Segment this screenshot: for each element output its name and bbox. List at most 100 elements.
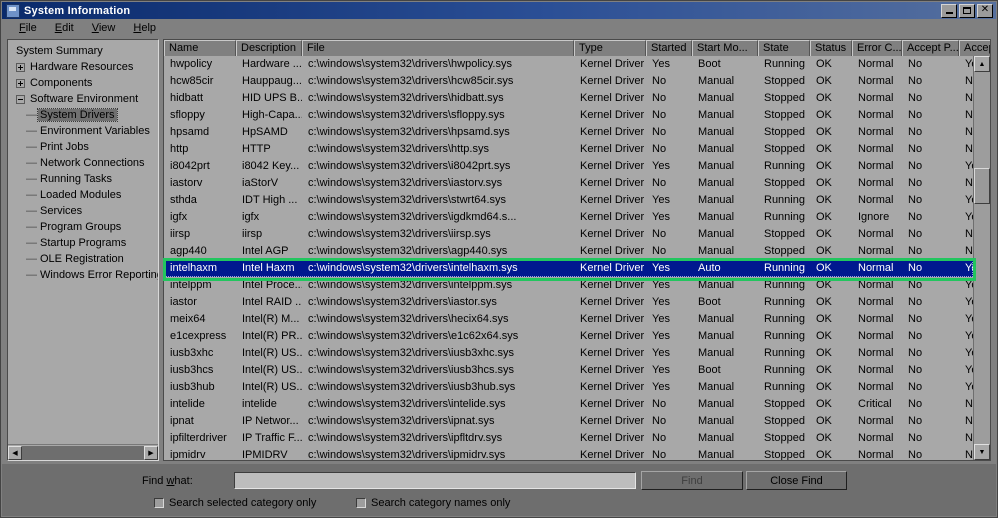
table-row[interactable]: hidbatt HID UPS B... c:\windows\system32\d… [164, 90, 973, 107]
tree-item-print-jobs[interactable]: — Print Jobs [12, 139, 158, 155]
collapse-icon[interactable] [16, 94, 25, 104]
tree-item-running-tasks[interactable]: — Running Tasks [12, 171, 158, 187]
table-row[interactable]: intelppm Intel Proce... c:\windows\system3… [164, 277, 973, 294]
table-row[interactable]: iastor Intel RAID ... c:\windows\system32\… [164, 294, 973, 311]
vscroll-thumb[interactable] [974, 168, 990, 204]
cell-started: Yes [652, 160, 670, 172]
tree-item-environment-variables[interactable]: — Environment Variables [12, 123, 158, 139]
column-header-accept-p[interactable]: Accept P... [902, 40, 959, 56]
tree-horizontal-scrollbar[interactable]: ◀ ▶ [8, 444, 158, 460]
cell-status: OK [816, 109, 832, 121]
tree-hscroll-track[interactable] [22, 445, 144, 460]
tree-item-ole-registration[interactable]: — OLE Registration [12, 251, 158, 267]
cell-accept-p: No [908, 211, 923, 223]
column-header-start-mo[interactable]: Start Mo... [692, 40, 758, 56]
cell-error-c: Normal [858, 330, 894, 342]
column-header-description[interactable]: Description [236, 40, 302, 56]
column-header-status[interactable]: Status [810, 40, 852, 56]
tree-item-program-groups[interactable]: — Program Groups [12, 219, 158, 235]
table-row[interactable]: i8042prt i8042 Key... c:\windows\system32\… [164, 158, 973, 175]
cell-description: Intel Proce... [242, 279, 302, 291]
tree-item-network-connections[interactable]: — Network Connections [12, 155, 158, 171]
search-selected-category-checkbox[interactable]: Search selected category only [154, 497, 316, 509]
scroll-right-button[interactable]: ▶ [144, 445, 158, 460]
table-row[interactable]: iusb3xhc Intel(R) US... c:\windows\system3… [164, 345, 973, 362]
cell-status: OK [816, 432, 832, 444]
tree-item-system-drivers[interactable]: — System Drivers [12, 107, 158, 123]
column-header-name[interactable]: Name [164, 40, 236, 56]
cell-accept-p: No [908, 126, 923, 138]
table-row[interactable]: intelhaxm Intel Haxm c:\windows\system32\d… [164, 260, 973, 277]
table-body[interactable]: hwpolicy Hardware ... c:\windows\system32\… [164, 56, 973, 460]
column-header-error-c[interactable]: Error C... [852, 40, 902, 56]
cell-file: c:\windows\system32\drivers\hwpolicy.sys [308, 58, 512, 70]
scroll-left-button[interactable]: ◀ [8, 445, 22, 460]
column-header-started[interactable]: Started [646, 40, 692, 56]
table-row[interactable]: e1cexpress Intel(R) PR... c:\windows\syste… [164, 328, 973, 345]
menu-edit[interactable]: Edit [46, 21, 83, 35]
table-row[interactable]: iusb3hcs Intel(R) US... c:\windows\system3… [164, 362, 973, 379]
close-find-button[interactable]: Close Find [746, 471, 847, 490]
table-row[interactable]: hcw85cir Hauppaug... c:\windows\system32\d… [164, 73, 973, 90]
maximize-button[interactable] [959, 3, 975, 18]
column-header-state[interactable]: State [758, 40, 810, 56]
find-button[interactable]: Find [641, 471, 743, 490]
tree-item-software-environment[interactable]: Software Environment [12, 91, 158, 107]
checkbox-icon[interactable] [154, 498, 164, 508]
table-row[interactable]: iusb3hub Intel(R) US... c:\windows\system3… [164, 379, 973, 396]
menu-file[interactable]: File [10, 21, 46, 35]
list-vertical-scrollbar[interactable]: ▲ ▼ [973, 56, 990, 460]
tree-item-system-summary[interactable]: System Summary [12, 43, 158, 59]
scroll-up-button[interactable]: ▲ [974, 56, 990, 72]
table-header-row[interactable]: Name Description File Type Started Start Mo..… [164, 40, 990, 56]
minimize-icon [945, 12, 953, 14]
cell-description: Intel(R) US... [242, 381, 302, 393]
tree-item-components[interactable]: Components [12, 75, 158, 91]
expand-icon[interactable] [16, 78, 25, 88]
title-bar[interactable]: System Information ✕ [2, 2, 996, 19]
table-row[interactable]: iastorv iaStorV c:\windows\system32\driver… [164, 175, 973, 192]
table-row[interactable]: sfloppy High-Capa... c:\windows\system32\d… [164, 107, 973, 124]
navigation-tree[interactable]: System Summary Hardware Resources Componen… [8, 40, 158, 444]
tree-item-windows-error-reporting[interactable]: — Windows Error Reporting [12, 267, 158, 283]
find-what-label: Find what: [142, 475, 193, 487]
tree-item-hardware-resources[interactable]: Hardware Resources [12, 59, 158, 75]
navigation-tree-pane: System Summary Hardware Resources Componen… [7, 39, 159, 461]
table-row[interactable]: iirsp iirsp c:\windows\system32\drivers\ii… [164, 226, 973, 243]
cell-error-c: Normal [858, 126, 894, 138]
expand-icon[interactable] [16, 62, 25, 72]
tree-item-loaded-modules[interactable]: — Loaded Modules [12, 187, 158, 203]
cell-type: Kernel Driver [580, 58, 645, 70]
column-header-type[interactable]: Type [574, 40, 646, 56]
table-row[interactable]: igfx igfx c:\windows\system32\drivers\igdk… [164, 209, 973, 226]
table-row[interactable]: http HTTP c:\windows\system32\drivers\http… [164, 141, 973, 158]
table-row[interactable]: ipfilterdriver IP Traffic F... c:\windows\… [164, 430, 973, 447]
table-row[interactable]: agp440 Intel AGP c:\windows\system32\drive… [164, 243, 973, 260]
search-category-names-checkbox[interactable]: Search category names only [356, 497, 510, 509]
tree-item-startup-programs[interactable]: — Startup Programs [12, 235, 158, 251]
cell-accept-p: No [908, 279, 923, 291]
cell-type: Kernel Driver [580, 160, 645, 172]
find-input[interactable] [234, 472, 636, 489]
menu-view[interactable]: View [83, 21, 125, 35]
close-button[interactable]: ✕ [977, 3, 993, 18]
cell-accept-s: Yes [965, 194, 973, 206]
table-row[interactable]: hwpolicy Hardware ... c:\windows\system32\… [164, 56, 973, 73]
tree-item-label: Loaded Modules [40, 189, 122, 201]
table-row[interactable]: meix64 Intel(R) M... c:\windows\system32\d… [164, 311, 973, 328]
cell-file: c:\windows\system32\drivers\ipfltdrv.sys [308, 432, 503, 444]
table-row[interactable]: ipmidrv IPMIDRV c:\windows\system32\driver… [164, 447, 973, 460]
table-row[interactable]: sthda IDT High ... c:\windows\system32\dri… [164, 192, 973, 209]
cell-type: Kernel Driver [580, 92, 645, 104]
tree-item-services[interactable]: — Services [12, 203, 158, 219]
checkbox-icon[interactable] [356, 498, 366, 508]
column-header-accept-s[interactable]: Accept S... [959, 40, 990, 56]
table-row[interactable]: ipnat IP Networ... c:\windows\system32\dri… [164, 413, 973, 430]
table-row[interactable]: intelide intelide c:\windows\system32\driv… [164, 396, 973, 413]
minimize-button[interactable] [941, 3, 957, 18]
column-header-file[interactable]: File [302, 40, 574, 56]
scroll-down-button[interactable]: ▼ [974, 444, 990, 460]
cell-start-mo: Auto [698, 262, 721, 274]
menu-help[interactable]: Help [124, 21, 165, 35]
table-row[interactable]: hpsamd HpSAMD c:\windows\system32\drivers\… [164, 124, 973, 141]
